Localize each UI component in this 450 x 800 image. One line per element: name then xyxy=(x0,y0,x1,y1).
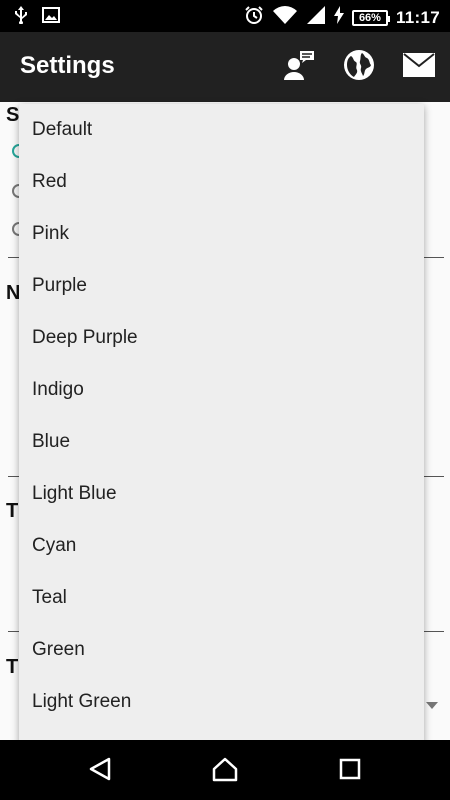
language-button[interactable] xyxy=(342,49,376,86)
mail-icon xyxy=(403,52,435,82)
usb-icon xyxy=(14,6,28,29)
back-button[interactable] xyxy=(85,756,115,786)
dropdown-option[interactable]: Indigo xyxy=(19,364,424,416)
dropdown-option[interactable]: Purple xyxy=(19,260,424,312)
dropdown-arrow-icon[interactable] xyxy=(426,702,438,709)
section-header: T xyxy=(6,656,19,678)
dropdown-option[interactable]: Blue xyxy=(19,416,424,468)
clock: 11:17 xyxy=(395,7,440,27)
navigation-bar xyxy=(0,740,450,800)
charging-icon xyxy=(333,6,344,29)
dropdown-option[interactable]: Light Blue xyxy=(19,468,424,520)
mail-button[interactable] xyxy=(402,50,436,84)
page-title: Settings xyxy=(20,52,115,79)
dropdown-option[interactable]: Deep Purple xyxy=(19,312,424,364)
back-icon xyxy=(87,756,113,787)
signal-icon xyxy=(306,5,326,30)
profile-icon xyxy=(282,50,316,85)
dropdown-option[interactable]: Default xyxy=(19,104,424,156)
dropdown-option[interactable]: Cyan xyxy=(19,520,424,572)
color-dropdown-list[interactable]: Default Red Pink Purple Deep Purple Indi… xyxy=(19,104,424,754)
home-icon xyxy=(211,756,239,787)
battery-indicator: 66% xyxy=(351,9,390,26)
profile-button[interactable] xyxy=(282,50,316,84)
home-button[interactable] xyxy=(210,756,240,786)
app-bar: Settings xyxy=(0,32,450,102)
wifi-icon xyxy=(272,5,298,30)
recents-button[interactable] xyxy=(335,756,365,786)
image-icon xyxy=(42,7,60,28)
dropdown-option[interactable]: Pink xyxy=(19,208,424,260)
dropdown-option[interactable]: Red xyxy=(19,156,424,208)
dropdown-option[interactable]: Green xyxy=(19,624,424,676)
status-bar: 66% 11:17 xyxy=(0,0,450,32)
section-header: S xyxy=(6,104,20,126)
alarm-icon xyxy=(244,5,264,30)
globe-icon xyxy=(343,49,375,86)
dropdown-option[interactable]: Light Green xyxy=(19,676,424,728)
section-header: T xyxy=(6,500,19,522)
recents-icon xyxy=(339,758,361,785)
dropdown-option[interactable]: Teal xyxy=(19,572,424,624)
